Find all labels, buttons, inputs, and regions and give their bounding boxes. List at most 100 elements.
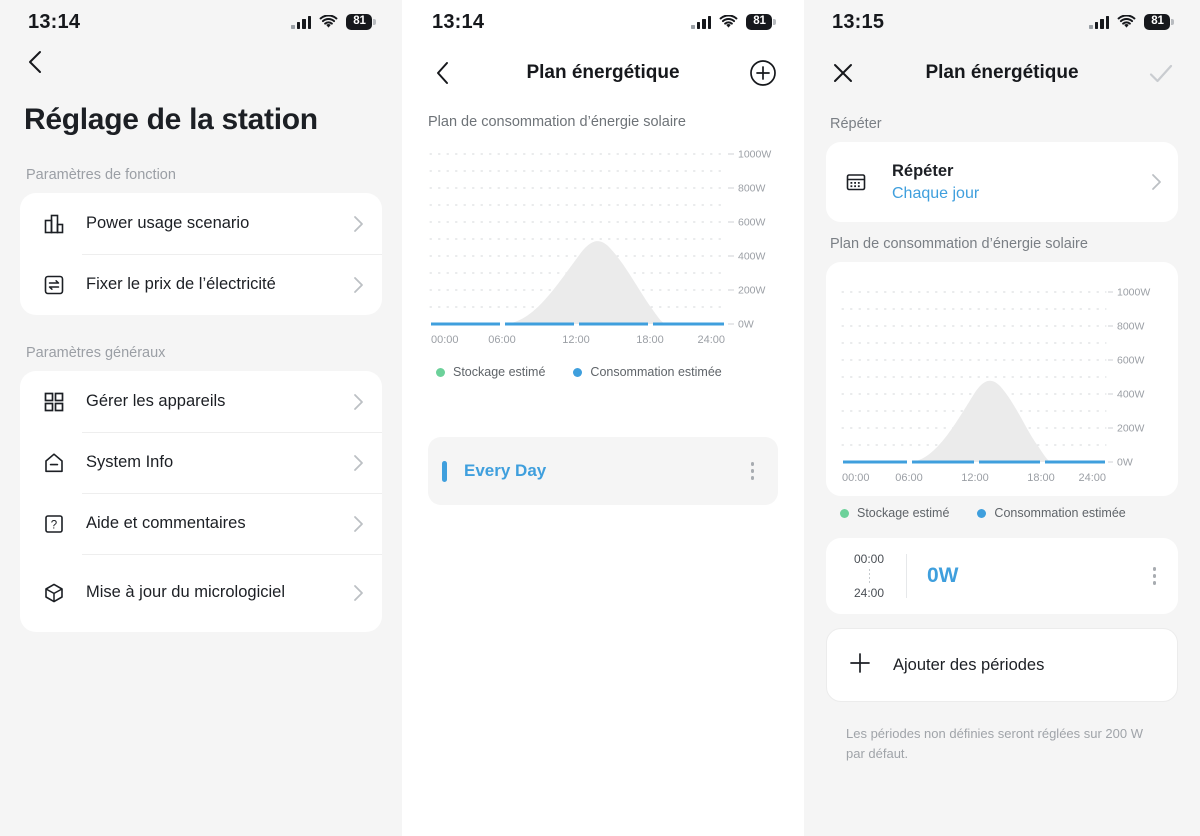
svg-text:1000W: 1000W bbox=[1117, 287, 1150, 299]
screen-station-settings: 13:14 81 Réglage de la station Paramètre… bbox=[0, 0, 402, 836]
add-plan-button[interactable] bbox=[746, 56, 780, 90]
svg-text:1000W: 1000W bbox=[738, 149, 771, 161]
page-title: Plan énergétique bbox=[526, 62, 680, 83]
sidebar-item-label: System Info bbox=[86, 452, 174, 471]
schedule-item-every-day[interactable]: Every Day bbox=[428, 437, 778, 505]
status-icons: 81 bbox=[691, 14, 776, 30]
battery-icon: 81 bbox=[1144, 14, 1174, 30]
legend-label: Stockage estimé bbox=[453, 365, 546, 379]
sidebar-item-electricity-price[interactable]: Fixer le prix de l’électricité bbox=[20, 254, 382, 315]
chart-svg: 1000W 800W 600W 400W 200W 0W 00:00 06:00… bbox=[429, 149, 771, 346]
section-label-general: Paramètres généraux bbox=[26, 345, 166, 361]
back-chevron-icon bbox=[29, 51, 41, 73]
status-icons: 81 bbox=[1089, 14, 1174, 30]
period-row[interactable]: 00:00 24:00 0W bbox=[826, 538, 1178, 614]
legend-item-storage: Stockage estimé bbox=[840, 506, 949, 520]
page-title: Réglage de la station bbox=[24, 103, 318, 136]
battery-icon: 81 bbox=[746, 14, 776, 30]
chevron-right-icon bbox=[346, 454, 364, 472]
kebab-menu-icon[interactable] bbox=[1147, 561, 1163, 591]
screenshot-root: 13:14 81 Réglage de la station Paramètre… bbox=[0, 0, 1200, 836]
sidebar-item-label: Aide et commentaires bbox=[86, 513, 246, 532]
sidebar-item-label: Power usage scenario bbox=[86, 213, 250, 232]
svg-text:200W: 200W bbox=[1117, 423, 1145, 435]
schedule-name: Every Day bbox=[464, 461, 547, 480]
repeat-texts: Répéter Chaque jour bbox=[878, 162, 1144, 203]
svg-text:24:00: 24:00 bbox=[1078, 472, 1106, 484]
energy-plan-body: Plan de consommation d’énergie solaire 1… bbox=[404, 102, 802, 505]
chevron-right-icon bbox=[346, 393, 364, 411]
chevron-right-icon bbox=[346, 584, 364, 602]
question-box-icon: ? bbox=[42, 512, 76, 536]
close-x-icon bbox=[834, 64, 852, 82]
battery-level: 81 bbox=[746, 14, 772, 30]
status-icons: 81 bbox=[291, 14, 376, 30]
legend-label: Consommation estimée bbox=[994, 506, 1126, 520]
settings-card-general: Gérer les appareils System Info ? Aide e… bbox=[20, 371, 382, 632]
screen-energy-plan-list: 13:14 81 Plan énergétique Plan de consom… bbox=[402, 0, 802, 836]
chart-heading: Plan de consommation d’énergie solaire bbox=[428, 114, 686, 130]
plus-icon bbox=[849, 652, 871, 679]
status-time: 13:15 bbox=[832, 10, 885, 33]
sidebar-item-power-usage-scenario[interactable]: Power usage scenario bbox=[20, 193, 382, 254]
svg-text:00:00: 00:00 bbox=[431, 334, 459, 346]
footnote: Les périodes non définies seront réglées… bbox=[846, 726, 1144, 761]
svg-text:400W: 400W bbox=[738, 251, 766, 263]
plus-circle-icon bbox=[750, 60, 776, 86]
svg-text:06:00: 06:00 bbox=[895, 472, 923, 484]
legend-item-consumption: Consommation estimée bbox=[977, 506, 1126, 520]
sidebar-item-help-feedback[interactable]: ? Aide et commentaires bbox=[20, 493, 382, 554]
legend-item-storage: Stockage estimé bbox=[436, 365, 545, 379]
legend-item-consumption: Consommation estimée bbox=[573, 365, 722, 379]
wifi-icon bbox=[719, 14, 738, 29]
cube-icon bbox=[42, 581, 76, 605]
wifi-icon bbox=[1117, 14, 1136, 29]
svg-text:18:00: 18:00 bbox=[1027, 472, 1055, 484]
add-periods-label: Ajouter des périodes bbox=[893, 655, 1045, 674]
sidebar-item-firmware-update[interactable]: Mise à jour du micrologiciel bbox=[20, 554, 382, 632]
chart-legend: Stockage estimé Consommation estimée bbox=[826, 496, 1178, 524]
sidebar-item-manage-devices[interactable]: Gérer les appareils bbox=[20, 371, 382, 432]
add-periods-button[interactable]: Ajouter des périodes bbox=[826, 628, 1178, 702]
back-button[interactable] bbox=[426, 56, 460, 90]
back-button[interactable] bbox=[0, 44, 402, 81]
svg-text:06:00: 06:00 bbox=[488, 334, 516, 346]
home-info-icon bbox=[42, 451, 76, 475]
solar-consumption-chart: 1000W 800W 600W 400W 200W 0W 00:00 06:00… bbox=[428, 136, 778, 351]
chart-legend: Stockage estimé Consommation estimée bbox=[428, 351, 778, 379]
screen-energy-plan-edit: 13:15 81 Plan énergétique Répéter Répéte… bbox=[802, 0, 1200, 836]
chart-svg: 1000W 800W 600W 400W 200W 0W 00:00 06:00… bbox=[841, 287, 1150, 484]
bar-chart-icon bbox=[42, 212, 76, 236]
close-button[interactable] bbox=[826, 56, 860, 90]
section-label-repeat: Répéter bbox=[830, 116, 882, 132]
sidebar-item-label: Mise à jour du micrologiciel bbox=[86, 583, 285, 602]
legend-dot-consumption-icon bbox=[977, 508, 987, 518]
section-label-function: Paramètres de fonction bbox=[26, 167, 176, 183]
svg-text:600W: 600W bbox=[1117, 355, 1145, 367]
battery-level: 81 bbox=[1144, 14, 1170, 30]
legend-dot-consumption-icon bbox=[573, 367, 583, 377]
battery-level: 81 bbox=[346, 14, 372, 30]
settings-card-function: Power usage scenario Fixer le prix de l’… bbox=[20, 193, 382, 315]
sidebar-item-system-info[interactable]: System Info bbox=[20, 432, 382, 493]
back-chevron-icon bbox=[437, 62, 448, 84]
signal-bars-icon bbox=[291, 15, 311, 29]
chevron-right-icon bbox=[346, 276, 364, 294]
nav-bar: Plan énergétique bbox=[804, 44, 1200, 102]
legend-label: Stockage estimé bbox=[857, 506, 950, 520]
kebab-menu-icon[interactable] bbox=[745, 456, 761, 486]
svg-text:800W: 800W bbox=[1117, 321, 1145, 333]
repeat-setting-row[interactable]: Répéter Chaque jour bbox=[826, 142, 1178, 222]
legend-dot-storage-icon bbox=[436, 367, 445, 377]
chevron-right-icon bbox=[346, 215, 364, 233]
status-time: 13:14 bbox=[28, 10, 81, 33]
confirm-button[interactable] bbox=[1144, 56, 1178, 90]
solar-consumption-chart-card: 1000W 800W 600W 400W 200W 0W 00:00 06:00… bbox=[826, 262, 1178, 496]
sidebar-item-label: Fixer le prix de l’électricité bbox=[86, 274, 276, 293]
exchange-arrows-icon bbox=[42, 273, 76, 297]
svg-text:0W: 0W bbox=[738, 319, 754, 331]
period-time-range: 00:00 24:00 bbox=[846, 552, 892, 601]
svg-text:18:00: 18:00 bbox=[636, 334, 664, 346]
svg-text:600W: 600W bbox=[738, 217, 766, 229]
legend-dot-storage-icon bbox=[840, 508, 849, 518]
